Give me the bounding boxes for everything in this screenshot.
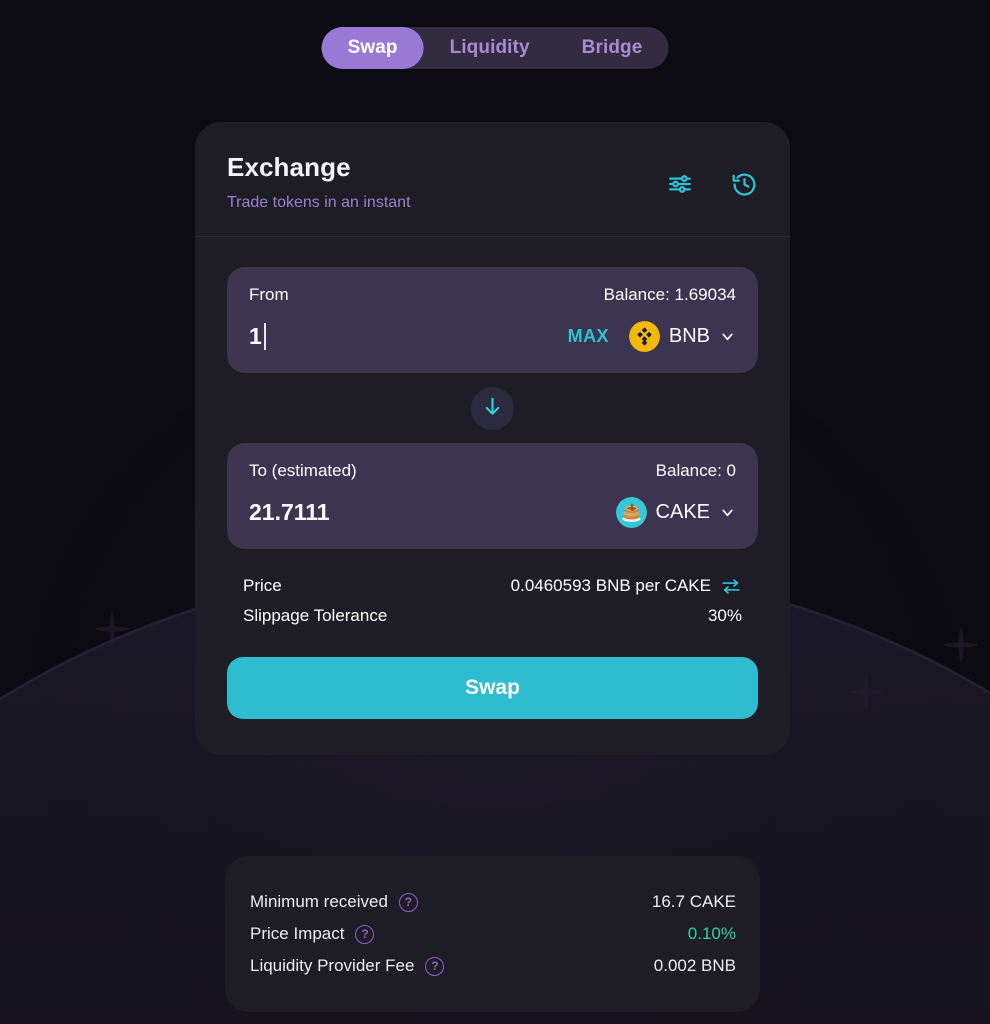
sparkle-decoration xyxy=(95,612,129,646)
summary-row: Liquidity Provider Fee ? 0.002 BNB xyxy=(250,950,736,982)
bnb-logo-icon xyxy=(628,320,660,352)
help-icon[interactable]: ? xyxy=(425,956,445,976)
tab-swap-label: Swap xyxy=(347,37,398,58)
to-panel-row: 21.7111 CAKE xyxy=(249,495,736,529)
trade-info: Price 0.0460593 BNB per CAKE Slippage To… xyxy=(227,549,758,631)
minimum-received-value: 16.7 CAKE xyxy=(651,892,736,911)
trade-summary-card: Minimum received ? 16.7 CAKE Price Impac… xyxy=(225,856,760,1012)
minimum-received-label: Minimum received xyxy=(250,892,388,911)
slippage-row: Slippage Tolerance 30% xyxy=(243,601,742,631)
swap-arrows-icon[interactable] xyxy=(720,577,742,596)
to-amount-input[interactable]: 21.7111 xyxy=(249,499,330,526)
tab-swap[interactable]: Swap xyxy=(321,27,424,69)
to-amount-value: 21.7111 xyxy=(249,498,330,525)
to-panel-actions: CAKE xyxy=(615,496,736,528)
from-amount-value: 1 xyxy=(249,322,262,349)
price-impact-label: Price Impact xyxy=(250,924,345,943)
from-panel: From Balance: 1.69034 1 MAX BNB xyxy=(227,267,758,373)
summary-row: Price Impact ? 0.10% xyxy=(250,918,736,950)
from-panel-row: 1 MAX BNB xyxy=(249,319,736,353)
to-token-symbol: CAKE xyxy=(655,500,710,523)
tab-liquidity[interactable]: Liquidity xyxy=(424,27,556,69)
exchange-card-header: Exchange Trade tokens in an instant xyxy=(195,122,790,237)
max-button[interactable]: MAX xyxy=(568,326,609,347)
swap-button[interactable]: Swap xyxy=(227,657,758,719)
from-token-selector[interactable]: BNB xyxy=(628,320,736,352)
from-panel-header: From Balance: 1.69034 xyxy=(249,285,736,305)
cake-logo-icon xyxy=(615,496,647,528)
from-amount-input[interactable]: 1 xyxy=(249,323,266,350)
history-clock-icon[interactable] xyxy=(730,170,758,198)
chevron-down-icon xyxy=(719,504,736,521)
price-label: Price xyxy=(243,576,282,595)
tab-bridge[interactable]: Bridge xyxy=(556,27,669,69)
to-balance: Balance: 0 xyxy=(655,461,736,480)
sparkle-decoration xyxy=(849,675,883,709)
sparkle-decoration xyxy=(944,628,978,662)
help-icon[interactable]: ? xyxy=(398,892,418,912)
switch-direction-button[interactable] xyxy=(471,387,514,430)
liquidity-provider-fee-value: 0.002 BNB xyxy=(653,956,736,975)
liquidity-provider-fee-label: Liquidity Provider Fee xyxy=(250,956,415,975)
summary-row: Minimum received ? 16.7 CAKE xyxy=(250,886,736,918)
to-token-selector[interactable]: CAKE xyxy=(615,496,736,528)
exchange-card: Exchange Trade tokens in an instant From… xyxy=(195,122,790,755)
settings-sliders-icon[interactable] xyxy=(666,170,694,198)
from-balance: Balance: 1.69034 xyxy=(603,285,736,304)
tab-bridge-label: Bridge xyxy=(581,37,643,58)
slippage-value: 30% xyxy=(707,606,742,625)
to-label: To (estimated) xyxy=(249,461,357,480)
to-panel: To (estimated) Balance: 0 21.7111 CAKE xyxy=(227,443,758,549)
help-icon[interactable]: ? xyxy=(355,924,375,944)
summary-row-left: Price Impact ? xyxy=(250,924,375,944)
price-value: 0.0460593 BNB per CAKE xyxy=(510,576,711,595)
tab-liquidity-label: Liquidity xyxy=(449,37,530,58)
from-label: From xyxy=(249,285,289,304)
to-panel-header: To (estimated) Balance: 0 xyxy=(249,461,736,481)
slippage-label: Slippage Tolerance xyxy=(243,606,388,625)
price-row: Price 0.0460593 BNB per CAKE xyxy=(243,571,742,601)
main-tabbar: Swap Liquidity Bridge xyxy=(321,27,669,69)
header-actions xyxy=(666,170,758,198)
switch-direction-wrap xyxy=(227,373,758,443)
arrow-down-icon xyxy=(481,395,504,423)
summary-row-left: Liquidity Provider Fee ? xyxy=(250,956,445,976)
exchange-card-body: From Balance: 1.69034 1 MAX BNB To (esti… xyxy=(195,237,790,755)
from-panel-actions: MAX BNB xyxy=(568,320,736,352)
chevron-down-icon xyxy=(719,328,736,345)
price-impact-value: 0.10% xyxy=(687,924,736,943)
from-token-symbol: BNB xyxy=(668,324,710,347)
summary-row-left: Minimum received ? xyxy=(250,892,418,912)
price-value-group: 0.0460593 BNB per CAKE xyxy=(511,576,742,596)
